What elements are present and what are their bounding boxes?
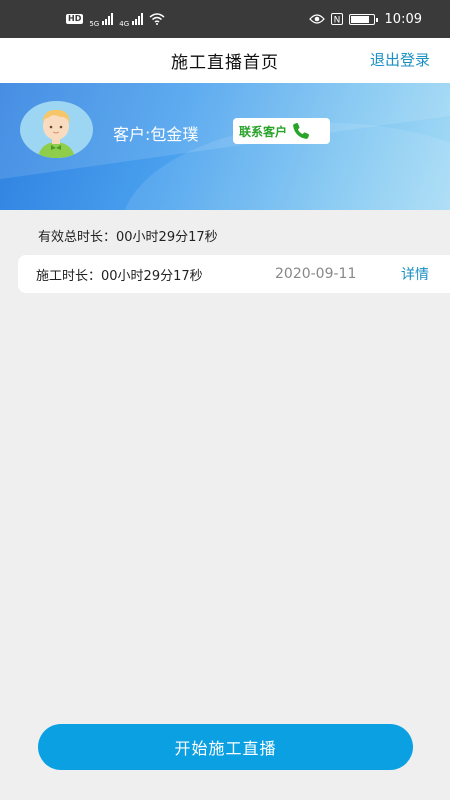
battery-icon [348,13,378,25]
start-live-button[interactable]: 开始施工直播 [38,724,413,770]
wifi-icon [149,13,165,25]
total-duration-label: 有效总时长：00小时29分17秒 [38,230,218,245]
record-detail-link[interactable]: 详情 [401,264,429,284]
status-left: HD 5G 4G [66,10,165,28]
customer-name: 客户:包金璞 [113,125,199,144]
user-avatar-icon [20,101,93,158]
contact-customer-button[interactable]: 联系客户 [233,118,330,144]
page-title: 施工直播首页 [171,53,279,73]
record-duration: 施工时长：00小时29分17秒 [36,268,203,284]
customer-banner: 客户:包金璞 联系客户 [0,83,450,210]
status-right: N 10:09 [308,11,422,27]
contact-customer-label: 联系客户 [239,124,288,139]
app-header: 施工直播首页 退出登录 [0,38,450,83]
logout-button[interactable]: 退出登录 [370,38,430,83]
status-bar: HD 5G 4G N 10:09 [0,0,450,38]
hd-icon: HD [66,14,84,24]
record-date: 2020-09-11 [275,266,357,282]
network-4g-label: 4G [119,20,130,28]
record-row[interactable]: 施工时长：00小时29分17秒 2020-09-11 详情 [18,255,450,293]
eye-icon [308,14,325,24]
nfc-icon: N [330,13,343,26]
network-5g-label: 5G [89,20,100,28]
status-time: 10:09 [384,11,422,27]
phone-icon [293,123,310,139]
svg-text:N: N [333,16,340,26]
signal-icon [132,13,144,25]
signal-icon [102,13,114,25]
